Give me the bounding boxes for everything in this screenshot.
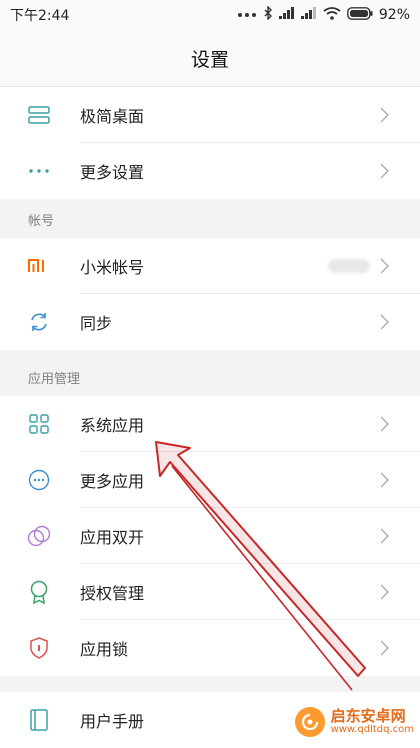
settings-item-label: 更多应用 xyxy=(80,472,145,491)
header: 设置 xyxy=(0,30,420,87)
manual-book-icon xyxy=(26,707,52,733)
section-label-account: 帐号 xyxy=(0,200,420,238)
settings-item-label: 系统应用 xyxy=(80,416,145,435)
account-name-redacted xyxy=(328,259,370,273)
battery-icon xyxy=(346,6,373,24)
chevron-right-icon xyxy=(374,161,394,181)
settings-item-sync[interactable]: 同步 xyxy=(0,294,420,350)
settings-item-more-apps[interactable]: 更多应用 xyxy=(0,452,420,508)
signal-icon xyxy=(278,7,295,23)
signal-icon-2 xyxy=(300,7,317,23)
minimal-desktop-icon xyxy=(26,102,52,128)
battery-percent: 92% xyxy=(378,7,410,23)
settings-item-label: 小米帐号 xyxy=(80,258,145,277)
mi-logo-icon xyxy=(26,253,52,279)
shield-lock-icon xyxy=(26,635,52,661)
chevron-right-icon xyxy=(374,312,394,332)
dual-apps-icon xyxy=(26,523,52,549)
chevron-right-icon xyxy=(374,256,394,276)
section-label-app-management: 应用管理 xyxy=(0,358,420,396)
chevron-right-icon xyxy=(374,582,394,602)
settings-item-label: 更多设置 xyxy=(80,163,145,182)
settings-item-mi-account[interactable]: 小米帐号 xyxy=(0,238,420,294)
status-icons: 92% xyxy=(237,5,410,24)
group-account: 小米帐号 同步 xyxy=(0,238,420,350)
settings-item-minimal-desktop[interactable]: 极简桌面 xyxy=(0,87,420,143)
settings-item-label: 同步 xyxy=(80,314,113,333)
sync-icon xyxy=(26,309,52,335)
bluetooth-icon xyxy=(263,5,273,24)
chevron-right-icon xyxy=(374,470,394,490)
status-time: 下午2:44 xyxy=(10,8,70,24)
watermark-logo-icon xyxy=(294,707,325,737)
settings-item-label: 极简桌面 xyxy=(80,107,145,126)
site-watermark: 启东安卓网 www.qdltdq.com xyxy=(294,706,414,737)
grid-apps-icon xyxy=(26,411,52,437)
watermark-sub: www.qdltdq.com xyxy=(330,723,414,735)
group-app-management: 系统应用 更多应用 应用双开 授权管理 应用锁 xyxy=(0,396,420,676)
watermark-main: 启东安卓网 xyxy=(330,706,406,725)
settings-item-system-apps[interactable]: 系统应用 xyxy=(0,396,420,452)
status-bar: 下午2:44 92% xyxy=(0,0,420,30)
settings-item-label: 应用锁 xyxy=(80,640,129,659)
chevron-right-icon xyxy=(374,526,394,546)
wifi-icon xyxy=(323,6,341,24)
more-apps-icon xyxy=(26,467,52,493)
settings-item-label: 用户手册 xyxy=(80,712,145,731)
settings-item-label: 应用双开 xyxy=(80,528,145,547)
chevron-right-icon xyxy=(374,105,394,125)
watermark-text: 启东安卓网 www.qdltdq.com xyxy=(330,706,414,735)
page-title: 设置 xyxy=(190,48,229,71)
group-general: 极简桌面 更多设置 xyxy=(0,87,420,199)
permission-badge-icon xyxy=(26,579,52,605)
dots-icon xyxy=(237,7,257,23)
settings-item-label: 授权管理 xyxy=(80,584,145,603)
settings-item-permission-management[interactable]: 授权管理 xyxy=(0,564,420,620)
chevron-right-icon xyxy=(374,638,394,658)
more-dots-icon xyxy=(26,158,52,184)
settings-item-dual-apps[interactable]: 应用双开 xyxy=(0,508,420,564)
settings-item-app-lock[interactable]: 应用锁 xyxy=(0,620,420,676)
settings-item-more-settings[interactable]: 更多设置 xyxy=(0,143,420,199)
chevron-right-icon xyxy=(374,414,394,434)
